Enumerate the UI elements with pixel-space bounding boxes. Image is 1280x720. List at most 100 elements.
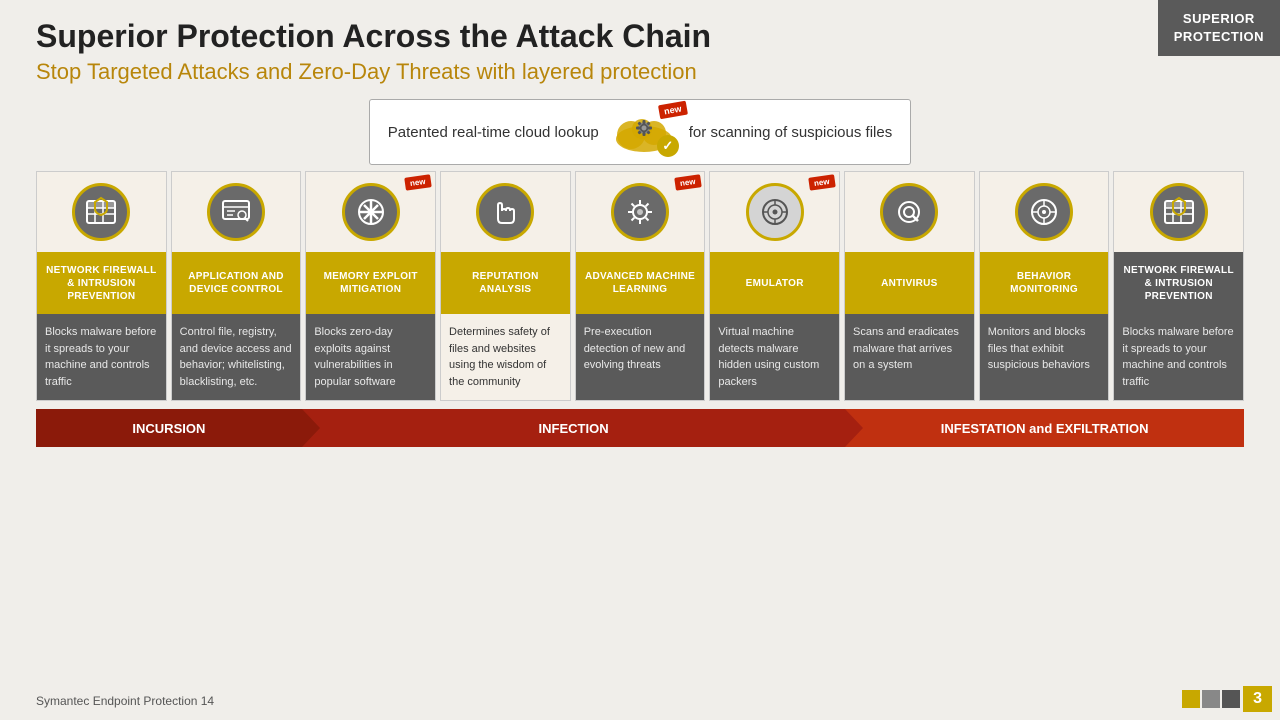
col-title-text-5: ADVANCED MACHINE LEARNING: [580, 270, 701, 296]
infestation-section: INFESTATION and EXFILTRATION: [845, 409, 1244, 447]
col-title-1: NETWORK FIREWALL & INTRUSION PREVENTION: [37, 252, 166, 314]
col-title-7: ANTIVIRUS: [845, 252, 974, 314]
col-network-firewall-2: NETWORK FIREWALL & INTRUSION PREVENTION …: [1113, 171, 1244, 401]
col-desc-text-5: Pre-execution detection of new and evolv…: [584, 326, 686, 371]
col-title-4: REPUTATION ANALYSIS: [441, 252, 570, 314]
footer-label: Symantec Endpoint Protection 14: [36, 694, 214, 708]
cloud-icon-area: ✓ new: [609, 107, 679, 157]
col-icon-6: new: [710, 172, 839, 252]
square-gray: [1202, 690, 1220, 708]
memory-exploit-icon: [354, 195, 388, 229]
emulator-icon: [758, 195, 792, 229]
col-desc-7: Scans and eradicates malware that arrive…: [845, 314, 974, 400]
machine-learning-icon: [623, 195, 657, 229]
col-icon-9: [1114, 172, 1243, 252]
col-title-text-7: ANTIVIRUS: [881, 277, 938, 290]
col-memory-exploit: new MEMORY EXPLOIT MITIGATION Blocks zer…: [305, 171, 436, 401]
col-title-text-1: NETWORK FIREWALL & INTRUSION PREVENTION: [41, 264, 162, 303]
col-icon-7: [845, 172, 974, 252]
col-title-text-9: NETWORK FIREWALL & INTRUSION PREVENTION: [1118, 264, 1239, 303]
col-desc-text-7: Scans and eradicates malware that arrive…: [853, 326, 959, 371]
col-desc-text-6: Virtual machine detects malware hidden u…: [718, 326, 819, 388]
col-title-5: ADVANCED MACHINE LEARNING: [576, 252, 705, 314]
col-icon-3: new: [306, 172, 435, 252]
cloud-new-badge: new: [658, 101, 688, 120]
col-title-2: APPLICATION AND DEVICE CONTROL: [172, 252, 301, 314]
col-desc-text-3: Blocks zero-day exploits against vulnera…: [314, 326, 395, 388]
badge-line1: SUPERIOR: [1183, 11, 1255, 26]
icon-circle-5: [611, 183, 669, 241]
square-dark: [1222, 690, 1240, 708]
col-icon-5: new: [576, 172, 705, 252]
reputation-icon: [488, 195, 522, 229]
attack-chain-bar: INCURSION INFECTION INFESTATION and EXFI…: [36, 409, 1244, 447]
main-content: Superior Protection Across the Attack Ch…: [0, 0, 1280, 447]
badge-line2: PROTECTION: [1174, 29, 1264, 44]
col-title-8: BEHAVIOR MONITORING: [980, 252, 1109, 314]
page-number: 3: [1243, 686, 1272, 712]
col-desc-6: Virtual machine detects malware hidden u…: [710, 314, 839, 400]
firewall2-icon: [1162, 195, 1196, 229]
new-badge-6: new: [809, 174, 836, 190]
col-icon-8: [980, 172, 1109, 252]
col-desc-text-9: Blocks malware before it spreads to your…: [1122, 326, 1233, 388]
col-desc-8: Monitors and blocks files that exhibit s…: [980, 314, 1109, 400]
incursion-section: INCURSION: [36, 409, 302, 447]
col-app-device: APPLICATION AND DEVICE CONTROL Control f…: [171, 171, 302, 401]
col-title-6: EMULATOR: [710, 252, 839, 314]
col-adv-ml: new: [575, 171, 706, 401]
superior-badge: SUPERIOR PROTECTION: [1158, 0, 1280, 56]
col-title-text-4: REPUTATION ANALYSIS: [445, 270, 566, 296]
cloud-lookup-wrapper: Patented real-time cloud lookup: [36, 99, 1244, 165]
new-badge-5: new: [674, 174, 701, 190]
icon-circle-7: [880, 183, 938, 241]
icon-circle-8: [1015, 183, 1073, 241]
col-desc-4: Determines safety of files and websites …: [441, 314, 570, 400]
col-desc-text-2: Control file, registry, and device acces…: [180, 326, 292, 388]
col-desc-5: Pre-execution detection of new and evolv…: [576, 314, 705, 400]
col-title-text-3: MEMORY EXPLOIT MITIGATION: [310, 270, 431, 296]
col-icon-2: [172, 172, 301, 252]
col-desc-9: Blocks malware before it spreads to your…: [1114, 314, 1243, 400]
page-title: Superior Protection Across the Attack Ch…: [36, 18, 1244, 55]
cloud-pre-text: Patented real-time cloud lookup: [388, 124, 599, 141]
icon-circle-6: [746, 183, 804, 241]
infection-section: INFECTION: [302, 409, 846, 447]
icon-circle-4: [476, 183, 534, 241]
col-reputation: REPUTATION ANALYSIS Determines safety of…: [440, 171, 571, 401]
col-behavior: BEHAVIOR MONITORING Monitors and blocks …: [979, 171, 1110, 401]
protection-columns: NETWORK FIREWALL & INTRUSION PREVENTION …: [36, 171, 1244, 401]
antivirus-icon: [892, 195, 926, 229]
incursion-arrow: [302, 409, 320, 447]
col-icon-1: [37, 172, 166, 252]
new-badge-3: new: [405, 174, 432, 190]
infection-arrow: [845, 409, 863, 447]
col-title-9: NETWORK FIREWALL & INTRUSION PREVENTION: [1114, 252, 1243, 314]
footer-squares: [1182, 690, 1240, 708]
col-desc-3: Blocks zero-day exploits against vulnera…: [306, 314, 435, 400]
icon-circle-2: [207, 183, 265, 241]
page-subtitle: Stop Targeted Attacks and Zero-Day Threa…: [36, 59, 1244, 85]
col-network-firewall-1: NETWORK FIREWALL & INTRUSION PREVENTION …: [36, 171, 167, 401]
icon-circle-3: [342, 183, 400, 241]
col-emulator: new EMULATOR Virtual mach: [709, 171, 840, 401]
cloud-post-text: for scanning of suspicious files: [689, 124, 892, 141]
col-title-text-2: APPLICATION AND DEVICE CONTROL: [176, 270, 297, 296]
icon-circle-1: [72, 183, 130, 241]
col-desc-2: Control file, registry, and device acces…: [172, 314, 301, 400]
square-gold: [1182, 690, 1200, 708]
col-title-text-8: BEHAVIOR MONITORING: [984, 270, 1105, 296]
app-device-icon: [219, 195, 253, 229]
col-desc-text-8: Monitors and blocks files that exhibit s…: [988, 326, 1090, 371]
firewall-icon: [84, 195, 118, 229]
icon-circle-9: [1150, 183, 1208, 241]
behavior-icon: [1027, 195, 1061, 229]
col-desc-1: Blocks malware before it spreads to your…: [37, 314, 166, 400]
incursion-label: INCURSION: [132, 421, 205, 436]
col-antivirus: ANTIVIRUS Scans and eradicates malware t…: [844, 171, 975, 401]
col-icon-4: [441, 172, 570, 252]
col-title-3: MEMORY EXPLOIT MITIGATION: [306, 252, 435, 314]
col-desc-text-1: Blocks malware before it spreads to your…: [45, 326, 156, 388]
col-title-text-6: EMULATOR: [746, 277, 804, 290]
col-desc-text-4: Determines safety of files and websites …: [449, 326, 550, 388]
